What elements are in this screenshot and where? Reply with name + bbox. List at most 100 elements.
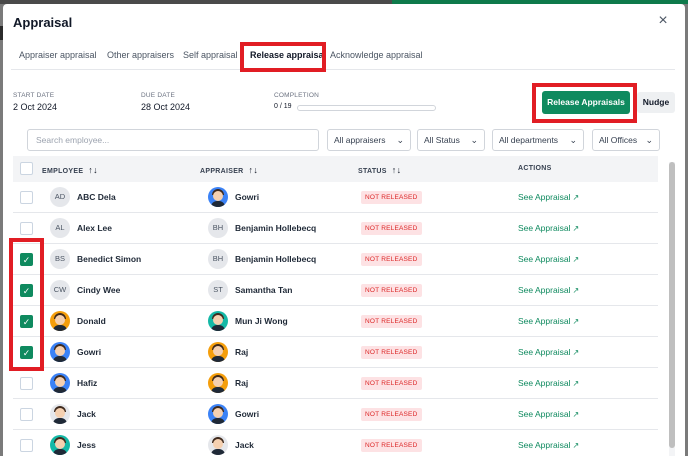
external-link-icon: ↗ — [572, 193, 580, 202]
status-badge: NOT RELEASED — [361, 408, 422, 421]
table-row: Hafiz Raj NOT RELEASED See Appraisal ↗ — [13, 368, 658, 399]
see-appraisal-label: See Appraisal — [518, 316, 571, 326]
sort-icon[interactable]: ↑↓ — [88, 165, 98, 175]
employee-name: Hafiz — [77, 378, 98, 388]
avatar — [50, 311, 70, 331]
appraisers-filter-value: All appraisers — [334, 135, 386, 145]
table-row: ✓ CW Cindy Wee ST Samantha Tan NOT RELEA… — [13, 275, 658, 306]
avatar: BH — [208, 249, 228, 269]
chevron-down-icon: ⌄ — [470, 135, 478, 145]
see-appraisal-label: See Appraisal — [518, 285, 571, 295]
release-appraisals-button[interactable]: Release Appraisals — [542, 91, 630, 114]
row-checkbox[interactable] — [20, 222, 33, 235]
tab-appraiser-appraisal[interactable]: Appraiser appraisal — [19, 50, 97, 60]
status-badge: NOT RELEASED — [361, 284, 422, 297]
due-date-label: DUE DATE — [141, 92, 175, 99]
appraiser-column-header[interactable]: APPRAISER ↑↓ — [200, 165, 258, 175]
table-row: AL Alex Lee BH Benjamin Hollebecq NOT RE… — [13, 213, 658, 244]
chevron-down-icon: ⌄ — [645, 135, 653, 145]
row-checkbox[interactable] — [20, 408, 33, 421]
see-appraisal-label: See Appraisal — [518, 223, 571, 233]
see-appraisal-link[interactable]: See Appraisal ↗ — [518, 223, 579, 233]
table-header: EMPLOYEE ↑↓ APPRAISER ↑↓ STATUS ↑↓ ACTIONS — [13, 156, 658, 182]
status-badge: NOT RELEASED — [361, 346, 422, 359]
close-icon[interactable]: × — [655, 13, 671, 29]
see-appraisal-link[interactable]: See Appraisal ↗ — [518, 347, 579, 357]
tab-acknowledge-appraisal[interactable]: Acknowledge appraisal — [330, 50, 423, 60]
see-appraisal-label: See Appraisal — [518, 192, 571, 202]
avatar — [208, 435, 228, 455]
avatar — [208, 373, 228, 393]
see-appraisal-label: See Appraisal — [518, 440, 571, 450]
chevron-down-icon: ⌄ — [396, 135, 404, 145]
table-row: ✓ Donald Mun Ji Wong NOT RELEASED See Ap… — [13, 306, 658, 337]
status-column-header[interactable]: STATUS ↑↓ — [358, 165, 401, 175]
avatar — [208, 187, 228, 207]
see-appraisal-link[interactable]: See Appraisal ↗ — [518, 378, 579, 388]
see-appraisal-link[interactable]: See Appraisal ↗ — [518, 192, 579, 202]
sort-icon[interactable]: ↑↓ — [249, 165, 259, 175]
avatar — [208, 404, 228, 424]
modal-title: Appraisal — [13, 15, 73, 30]
row-checkbox[interactable] — [20, 191, 33, 204]
avatar — [208, 342, 228, 362]
search-employee-input[interactable]: Search employee... — [27, 129, 319, 151]
avatar — [208, 311, 228, 331]
appraisal-modal: Appraisal × Appraiser appraisal Other ap… — [3, 4, 685, 456]
row-checkbox[interactable] — [20, 439, 33, 452]
avatar: AD — [50, 187, 70, 207]
appraiser-name: Benjamin Hollebecq — [235, 254, 317, 264]
offices-filter-select[interactable]: All Offices ⌄ — [592, 129, 660, 151]
employee-name: Gowri — [77, 347, 102, 357]
status-filter-select[interactable]: All Status ⌄ — [417, 129, 485, 151]
start-date-value: 2 Oct 2024 — [13, 102, 58, 112]
tab-other-appraisers[interactable]: Other appraisers — [107, 50, 174, 60]
table-row: Jess Jack NOT RELEASED See Appraisal ↗ — [13, 430, 658, 456]
appraiser-name: Raj — [235, 347, 249, 357]
see-appraisal-link[interactable]: See Appraisal ↗ — [518, 316, 579, 326]
employee-name: Cindy Wee — [77, 285, 121, 295]
select-all-checkbox[interactable] — [20, 162, 33, 175]
status-filter-value: All Status — [424, 135, 460, 145]
see-appraisal-link[interactable]: See Appraisal ↗ — [518, 409, 579, 419]
sort-icon[interactable]: ↑↓ — [392, 165, 402, 175]
actions-column-header: ACTIONS — [518, 165, 552, 172]
see-appraisal-link[interactable]: See Appraisal ↗ — [518, 254, 579, 264]
tab-highlight-box — [240, 42, 326, 72]
table-row: AD ABC Dela Gowri NOT RELEASED See Appra… — [13, 182, 658, 213]
row-checkbox[interactable] — [20, 377, 33, 390]
see-appraisal-link[interactable]: See Appraisal ↗ — [518, 285, 579, 295]
checkbox-highlight-box — [9, 238, 44, 371]
see-appraisal-label: See Appraisal — [518, 254, 571, 264]
tab-bar: Appraiser appraisal Other appraisers Sel… — [11, 42, 675, 72]
scrollbar-thumb[interactable] — [669, 162, 675, 448]
external-link-icon: ↗ — [572, 410, 580, 419]
appraiser-header-label: APPRAISER — [200, 168, 244, 175]
appraisers-filter-select[interactable]: All appraisers ⌄ — [327, 129, 411, 151]
appraiser-name: Raj — [235, 378, 249, 388]
tab-self-appraisal[interactable]: Self appraisal — [183, 50, 238, 60]
see-appraisal-link[interactable]: See Appraisal ↗ — [518, 440, 579, 450]
external-link-icon: ↗ — [572, 348, 580, 357]
appraiser-name: Jack — [235, 440, 254, 450]
status-header-label: STATUS — [358, 168, 387, 175]
nudge-button[interactable]: Nudge — [637, 92, 675, 113]
see-appraisal-label: See Appraisal — [518, 347, 571, 357]
see-appraisal-label: See Appraisal — [518, 378, 571, 388]
completion-label: COMPLETION — [274, 92, 319, 99]
table-scrollbar[interactable] — [669, 162, 675, 456]
external-link-icon: ↗ — [572, 317, 580, 326]
departments-filter-select[interactable]: All departments ⌄ — [492, 129, 584, 151]
table-row: ✓ BS Benedict Simon BH Benjamin Hollebec… — [13, 244, 658, 275]
completion-count: 0 / 19 — [274, 103, 292, 110]
see-appraisal-label: See Appraisal — [518, 409, 571, 419]
start-date-label: START DATE — [13, 92, 55, 99]
employee-name: Jess — [77, 440, 96, 450]
status-badge: NOT RELEASED — [361, 191, 422, 204]
employee-column-header[interactable]: EMPLOYEE ↑↓ — [42, 165, 98, 175]
employee-name: Donald — [77, 316, 106, 326]
avatar — [50, 373, 70, 393]
avatar — [50, 435, 70, 455]
external-link-icon: ↗ — [572, 224, 580, 233]
employee-header-label: EMPLOYEE — [42, 168, 84, 175]
